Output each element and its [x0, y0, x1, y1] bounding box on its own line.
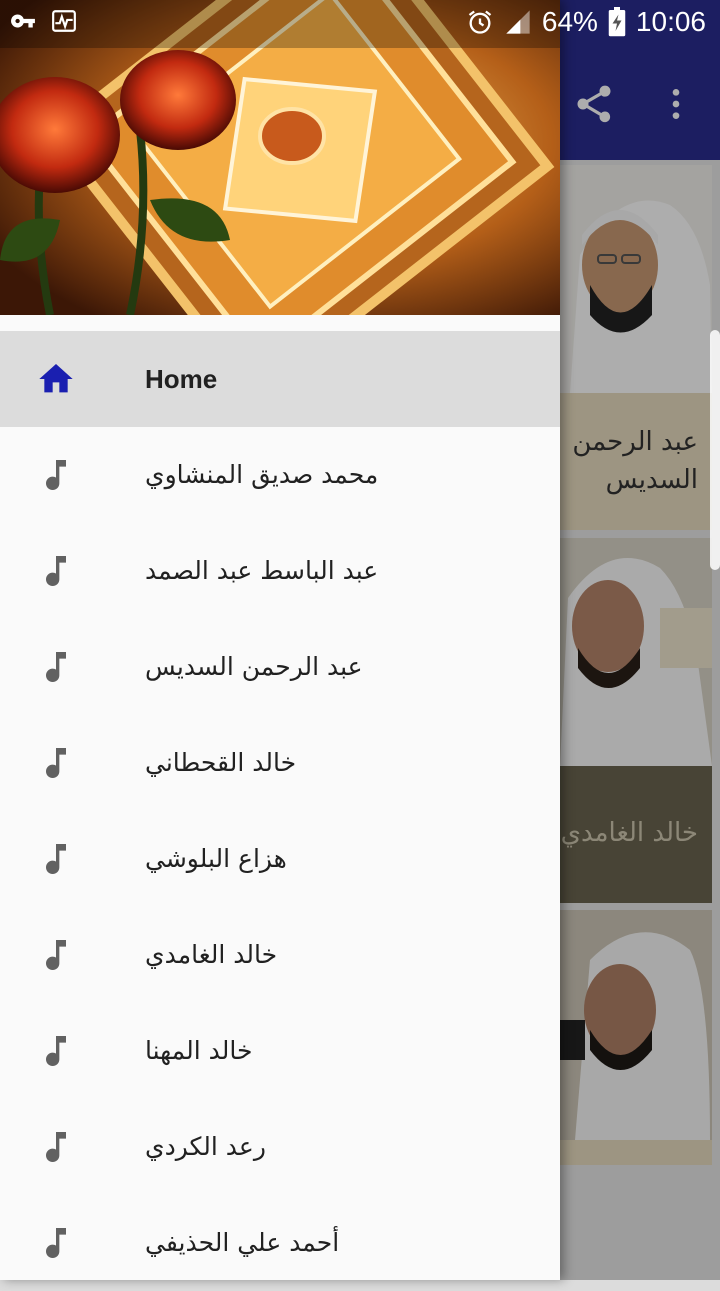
- menu-item-label: رعد الكردي: [145, 1132, 266, 1161]
- menu-item-label: خالد المهنا: [145, 1036, 253, 1065]
- battery-percent: 64%: [541, 6, 598, 37]
- menu-item-reciter[interactable]: رعد الكردي: [0, 1099, 560, 1195]
- home-icon: [39, 364, 73, 393]
- menu-item-label: خالد الغامدي: [145, 940, 278, 969]
- menu-item-reciter[interactable]: أحمد علي الحذيفي: [0, 1195, 560, 1291]
- music-note-icon: [46, 844, 66, 874]
- menu-item-reciter[interactable]: خالد القحطاني: [0, 715, 560, 811]
- menu-item-label: عبد الباسط عبد الصمد: [145, 556, 379, 585]
- music-note-icon: [46, 748, 66, 778]
- music-note-icon: [46, 652, 66, 682]
- menu-item-home[interactable]: Home: [0, 331, 560, 427]
- menu-item-label: محمد صديق المنشاوي: [145, 460, 379, 489]
- signal-icon: [506, 10, 530, 34]
- music-note-icon: [46, 940, 66, 970]
- music-note-icon: [46, 1036, 66, 1066]
- menu-item-reciter[interactable]: هزاع البلوشي: [0, 811, 560, 907]
- scrollbar-thumb[interactable]: [710, 330, 720, 570]
- menu-item-label: خالد القحطاني: [145, 748, 297, 777]
- activity-icon: [52, 10, 76, 32]
- drawer-menu: Home محمد صديق المنشاوي عبد الباسط عبد الص…: [0, 331, 560, 1291]
- clock: 10:06: [635, 6, 706, 37]
- menu-item-reciter[interactable]: خالد الغامدي: [0, 907, 560, 1003]
- menu-item-reciter[interactable]: عبد الباسط عبد الصمد: [0, 523, 560, 619]
- menu-item-label: أحمد علي الحذيفي: [145, 1228, 340, 1257]
- music-note-icon: [46, 1132, 66, 1162]
- alarm-icon: [468, 10, 492, 34]
- battery-charging-icon: [608, 7, 626, 37]
- music-note-icon: [46, 1228, 66, 1258]
- menu-item-reciter[interactable]: عبد الرحمن السديس: [0, 619, 560, 715]
- key-icon: [11, 14, 35, 28]
- music-note-icon: [46, 460, 66, 490]
- menu-item-reciter[interactable]: محمد صديق المنشاوي: [0, 427, 560, 523]
- menu-item-label: عبد الرحمن السديس: [145, 652, 363, 681]
- navigation-drawer: Home محمد صديق المنشاوي عبد الباسط عبد الص…: [0, 0, 560, 1280]
- menu-item-label: هزاع البلوشي: [145, 844, 287, 873]
- menu-item-reciter[interactable]: خالد المهنا: [0, 1003, 560, 1099]
- music-note-icon: [46, 556, 66, 586]
- menu-item-label: Home: [145, 364, 218, 394]
- status-bar: 64% 10:06: [0, 0, 720, 48]
